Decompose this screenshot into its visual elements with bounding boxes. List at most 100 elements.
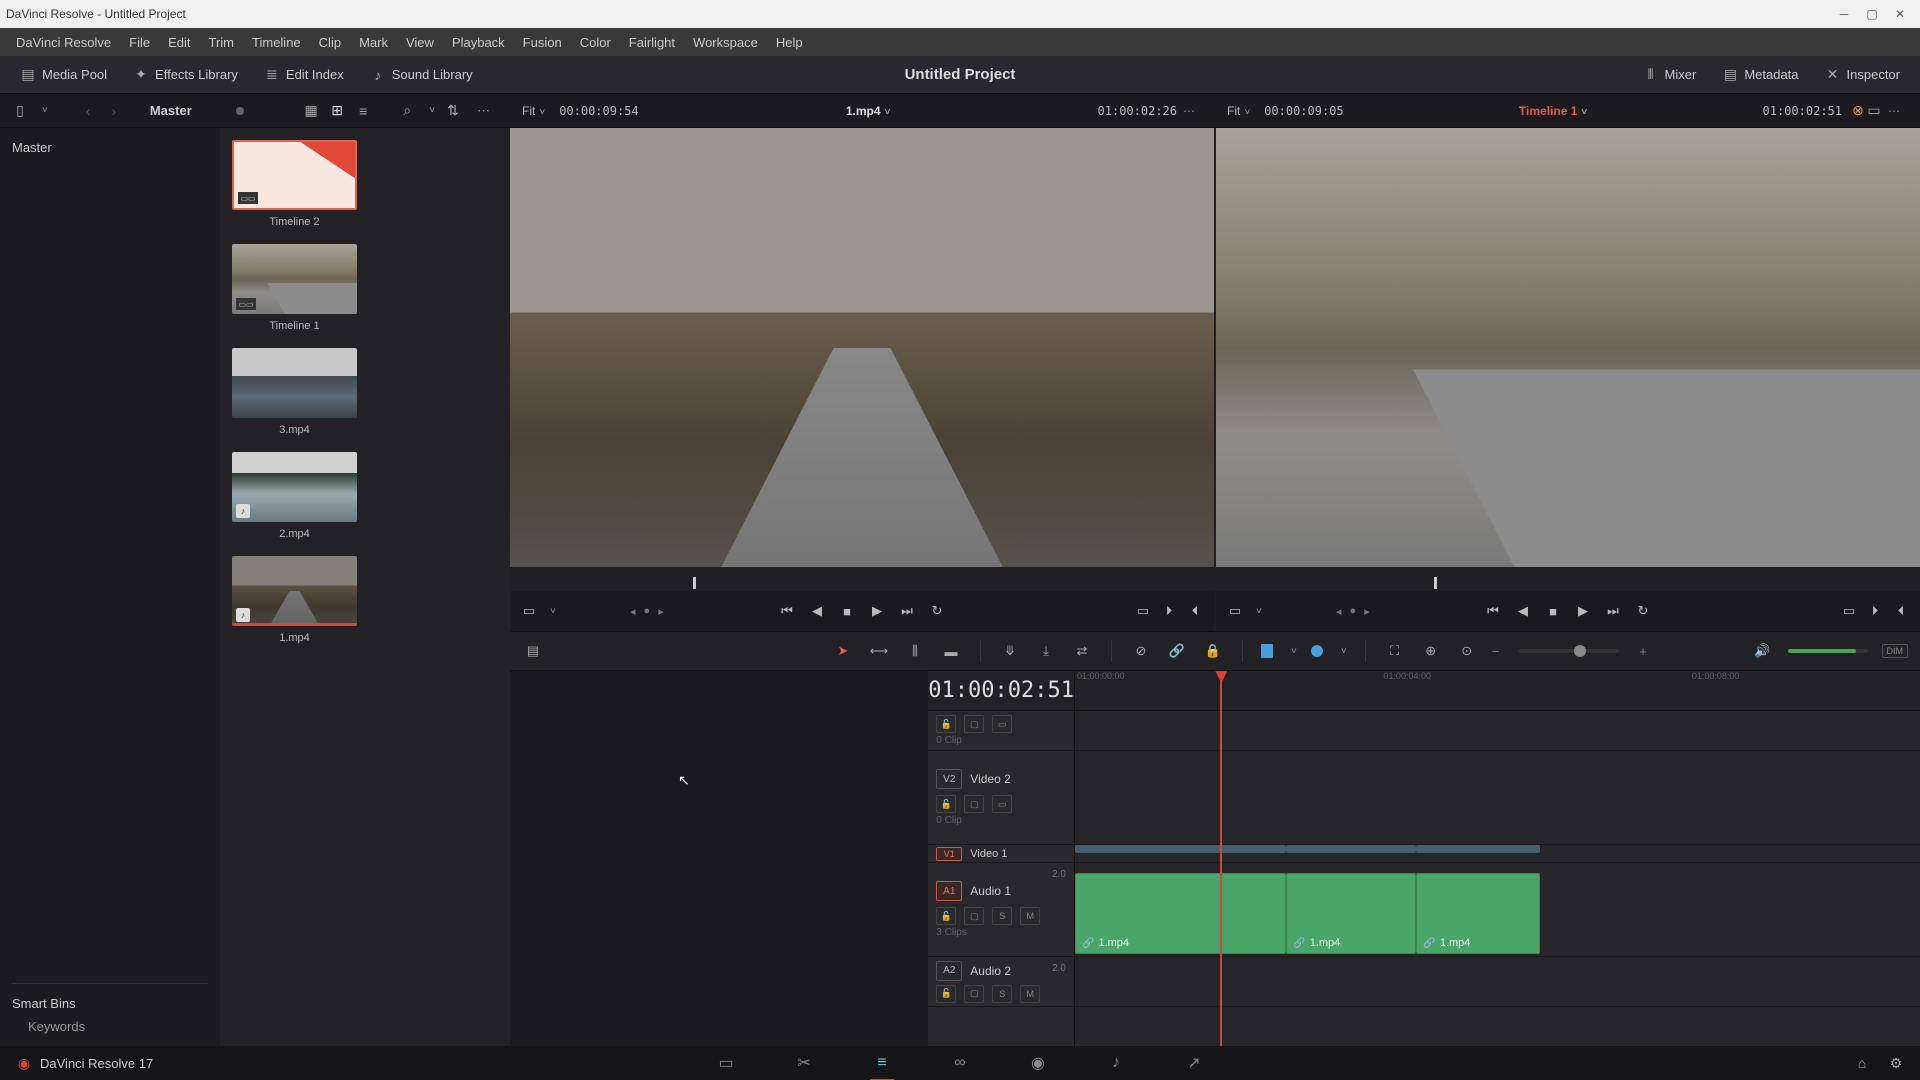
insert-clip-icon[interactable]: ⤋ <box>999 640 1021 662</box>
track-tag-a2[interactable]: A2 <box>936 961 962 981</box>
clip-audio-3[interactable]: 🔗1.mp4 <box>1416 873 1539 954</box>
auto-select-icon[interactable]: ▢ <box>964 907 984 925</box>
thumbnail-view-icon[interactable]: ▦ <box>303 103 319 119</box>
trim-tool-icon[interactable]: ⟷ <box>868 640 890 662</box>
menu-fairlight[interactable]: Fairlight <box>621 32 683 53</box>
src-fit-dropdown[interactable]: Fit˅ <box>522 104 545 118</box>
layout-chevron-icon[interactable]: ˅ <box>42 105 48 116</box>
track-head-a2[interactable]: 2.0 A2 Audio 2 🔓 ▢ S M <box>928 957 1074 1007</box>
first-frame-button[interactable]: ⏮ <box>778 602 796 620</box>
page-cut[interactable]: ✂ <box>790 1049 818 1077</box>
nav-fwd-icon[interactable]: › <box>106 103 122 119</box>
bin-name[interactable]: Master <box>150 103 192 118</box>
playhead[interactable] <box>1220 671 1222 1046</box>
blade-tool-icon[interactable]: ▬ <box>940 640 962 662</box>
page-edit[interactable]: ≡ <box>868 1049 896 1077</box>
clip-video[interactable] <box>1075 845 1286 853</box>
auto-select-icon[interactable]: ▢ <box>964 985 984 1003</box>
lock-track-icon[interactable]: 🔓 <box>936 795 956 813</box>
thumb-1mp4[interactable]: ♪ 1.mp4 <box>232 556 357 644</box>
media-pool-toggle[interactable]: ▤ Media Pool <box>12 65 115 85</box>
jog-fwd-icon[interactable]: ▸ <box>658 605 664 618</box>
edit-index-toggle[interactable]: ≣ Edit Index <box>256 65 352 85</box>
thumb-3mp4[interactable]: 3.mp4 <box>232 348 357 436</box>
solo-button[interactable]: S <box>992 985 1012 1003</box>
dim-button[interactable]: DIM <box>1882 644 1909 658</box>
timeline-ruler[interactable]: 01:00:00:00 01:00:04:00 01:00:08:00 <box>1075 671 1920 711</box>
stop-button[interactable]: ■ <box>1544 602 1562 620</box>
src-clip-name[interactable]: 1.mp4 <box>846 104 881 118</box>
auto-select-icon[interactable]: ▢ <box>964 715 984 733</box>
single-viewer-icon[interactable]: ▭ <box>1866 103 1882 119</box>
tl-timecode[interactable]: 00:00:09:05 <box>1264 104 1343 118</box>
disable-clip-icon[interactable]: ⊘ <box>1130 640 1152 662</box>
volume-icon[interactable]: 🔊 <box>1752 640 1774 662</box>
menu-workspace[interactable]: Workspace <box>685 32 766 53</box>
menu-color[interactable]: Color <box>572 32 619 53</box>
mediapool-options-icon[interactable]: ⋯ <box>471 103 498 119</box>
track-head-v3[interactable]: 🔓 ▢ ▭ 0 Clip <box>928 711 1074 751</box>
page-media[interactable]: ▭ <box>712 1049 740 1077</box>
effects-library-toggle[interactable]: ✦ Effects Library <box>125 65 246 85</box>
track-tag-v1[interactable]: V1 <box>936 847 962 861</box>
layout-icon[interactable]: ▯ <box>12 103 28 119</box>
zoom-in-button[interactable]: + <box>1639 644 1647 659</box>
jog-back-icon[interactable]: ◂ <box>630 605 636 618</box>
timeline-view-options-icon[interactable]: ▤ <box>522 640 544 662</box>
clip-video[interactable] <box>1286 845 1416 853</box>
menu-help[interactable]: Help <box>768 32 811 53</box>
timeline-name[interactable]: Timeline 1 <box>1519 104 1577 118</box>
disable-video-icon[interactable]: ▭ <box>992 715 1012 733</box>
disable-video-icon[interactable]: ▭ <box>992 795 1012 813</box>
first-frame-button[interactable]: ⏮ <box>1484 602 1502 620</box>
zoom-detail-icon[interactable]: ⊕ <box>1420 640 1442 662</box>
overwrite-clip-icon[interactable]: ⤓ <box>1035 640 1057 662</box>
track-tag-v2[interactable]: V2 <box>936 769 962 789</box>
menu-playback[interactable]: Playback <box>444 32 513 53</box>
page-fairlight[interactable]: ♪ <box>1102 1049 1130 1077</box>
thumb-2mp4[interactable]: ♪ 2.mp4 <box>232 452 357 540</box>
clip-audio-1[interactable]: 🔗1.mp4 <box>1075 873 1286 954</box>
flag-blue-icon[interactable] <box>1261 644 1273 658</box>
match-frame-icon[interactable]: ▭ <box>1840 602 1858 620</box>
track-head-v1[interactable]: V1 Video 1 <box>928 845 1074 863</box>
track-tag-a1[interactable]: A1 <box>936 881 962 901</box>
search-icon[interactable]: ⌕ <box>399 103 415 119</box>
nav-back-icon[interactable]: ‹ <box>80 103 96 119</box>
prev-frame-button[interactable]: ◀ <box>1514 602 1532 620</box>
track-v3-lane[interactable] <box>1075 711 1920 751</box>
bypass-icon[interactable]: ⊗ <box>1850 103 1866 119</box>
volume-slider[interactable] <box>1788 649 1868 653</box>
src-options-icon[interactable]: ⋯ <box>1177 104 1203 118</box>
menu-clip[interactable]: Clip <box>311 32 349 53</box>
inspector-toggle[interactable]: ✕ Inspector <box>1817 65 1908 85</box>
source-frame[interactable] <box>510 128 1214 567</box>
mark-in-icon[interactable]: ⏵ <box>1160 602 1178 620</box>
menu-timeline[interactable]: Timeline <box>244 32 309 53</box>
zoom-full-icon[interactable]: ⛶ <box>1384 640 1406 662</box>
clip-video[interactable] <box>1416 845 1539 853</box>
window-maximize-button[interactable]: ▢ <box>1858 4 1886 24</box>
loop-button[interactable]: ↻ <box>1634 602 1652 620</box>
strip-view-icon[interactable]: ⊞ <box>329 103 345 119</box>
menu-edit[interactable]: Edit <box>160 32 198 53</box>
track-v1-lane[interactable] <box>1075 845 1920 863</box>
thumb-timeline1[interactable]: ▭▭ Timeline 1 <box>232 244 357 332</box>
jog-fwd-icon[interactable]: ▸ <box>1364 605 1370 618</box>
project-settings-icon[interactable]: ⚙ <box>1888 1055 1904 1071</box>
chevron-down-icon[interactable]: ˅ <box>885 107 891 118</box>
sort-icon[interactable]: ⇅ <box>445 103 461 119</box>
program-scrubber[interactable] <box>1216 567 1920 591</box>
tl-fit-dropdown[interactable]: Fit˅ <box>1227 104 1250 118</box>
replace-clip-icon[interactable]: ⇄ <box>1071 640 1093 662</box>
list-view-icon[interactable]: ≡ <box>355 103 371 119</box>
timeline-tc-display[interactable]: 01:00:02:51 <box>928 671 1074 711</box>
menu-file[interactable]: File <box>121 32 158 53</box>
match-frame-icon[interactable]: ▭ <box>1134 602 1152 620</box>
mark-out-icon[interactable]: ⏴ <box>1186 602 1204 620</box>
tl-options-icon[interactable]: ⋯ <box>1882 104 1908 118</box>
mute-button[interactable]: M <box>1020 907 1040 925</box>
mixer-toggle[interactable]: ⫴ Mixer <box>1635 65 1705 85</box>
thumb-timeline2[interactable]: ▭▭ Timeline 2 <box>232 140 357 228</box>
page-color[interactable]: ◉ <box>1024 1049 1052 1077</box>
